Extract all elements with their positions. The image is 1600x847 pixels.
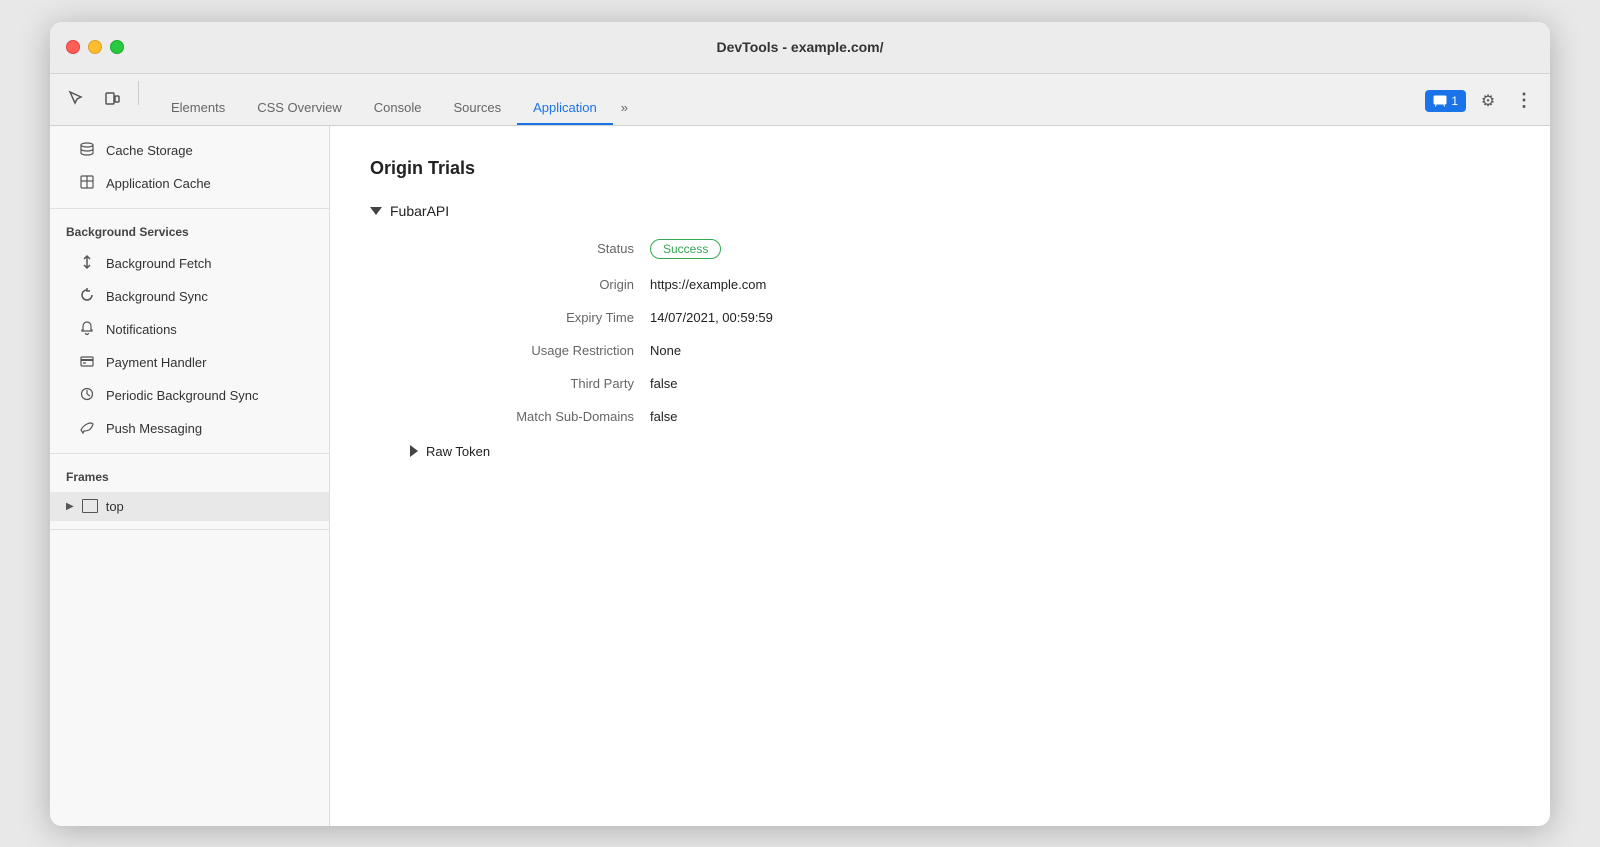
feedback-badge-button[interactable]: 1 bbox=[1425, 90, 1466, 112]
device-icon[interactable] bbox=[98, 84, 126, 112]
title-bar: DevTools - example.com/ bbox=[50, 22, 1550, 74]
more-options-button[interactable]: ⋮ bbox=[1510, 87, 1538, 115]
periodic-background-sync-icon bbox=[78, 386, 96, 405]
sidebar: Cache Storage Application Cache Backgrou bbox=[50, 126, 330, 826]
close-button[interactable] bbox=[66, 40, 80, 54]
cache-storage-icon bbox=[78, 141, 96, 160]
tab-css-overview[interactable]: CSS Overview bbox=[241, 92, 358, 125]
sidebar-item-periodic-background-sync[interactable]: Periodic Background Sync bbox=[50, 379, 329, 412]
background-fetch-label: Background Fetch bbox=[106, 256, 212, 271]
frame-icon bbox=[82, 499, 98, 513]
tab-bar-right: 1 ⚙ ⋮ bbox=[1425, 87, 1538, 125]
tab-sources[interactable]: Sources bbox=[437, 92, 517, 125]
detail-grid: Status Success Origin https://example.co… bbox=[410, 239, 1510, 424]
frames-header: Frames bbox=[50, 462, 329, 492]
sidebar-item-payment-handler[interactable]: Payment Handler bbox=[50, 346, 329, 379]
periodic-background-sync-label: Periodic Background Sync bbox=[106, 388, 258, 403]
raw-token-header[interactable]: Raw Token bbox=[410, 444, 1510, 459]
badge-count: 1 bbox=[1451, 94, 1458, 108]
origin-value: https://example.com bbox=[650, 277, 1510, 292]
expand-raw-token-icon bbox=[410, 445, 418, 457]
sidebar-item-push-messaging[interactable]: Push Messaging bbox=[50, 412, 329, 445]
sidebar-frames-section: Frames ▶ top bbox=[50, 454, 329, 530]
payment-handler-icon bbox=[78, 353, 96, 372]
sidebar-item-notifications[interactable]: Notifications bbox=[50, 313, 329, 346]
devtools-window: DevTools - example.com/ Elements CSS Ove… bbox=[50, 22, 1550, 826]
raw-token-section: Raw Token bbox=[410, 444, 1510, 459]
tab-elements[interactable]: Elements bbox=[155, 92, 241, 125]
background-services-header: Background Services bbox=[50, 217, 329, 247]
raw-token-label: Raw Token bbox=[426, 444, 490, 459]
payment-handler-label: Payment Handler bbox=[106, 355, 206, 370]
sidebar-item-cache-storage[interactable]: Cache Storage bbox=[50, 134, 329, 167]
status-label: Status bbox=[410, 239, 650, 259]
frame-top-label: top bbox=[106, 499, 124, 514]
notifications-icon bbox=[78, 320, 96, 339]
traffic-lights bbox=[66, 40, 124, 54]
sidebar-item-background-sync[interactable]: Background Sync bbox=[50, 280, 329, 313]
sidebar-storage-section: Cache Storage Application Cache bbox=[50, 126, 329, 209]
tab-bar: Elements CSS Overview Console Sources Ap… bbox=[50, 74, 1550, 126]
toolbar-divider bbox=[138, 81, 139, 105]
toolbar-icons bbox=[62, 81, 143, 125]
maximize-button[interactable] bbox=[110, 40, 124, 54]
inspect-icon[interactable] bbox=[62, 84, 90, 112]
sidebar-item-background-fetch[interactable]: Background Fetch bbox=[50, 247, 329, 280]
notifications-label: Notifications bbox=[106, 322, 177, 337]
more-tabs-button[interactable]: » bbox=[613, 92, 636, 125]
third-party-label: Third Party bbox=[410, 376, 650, 391]
tab-application[interactable]: Application bbox=[517, 92, 613, 125]
background-fetch-icon bbox=[78, 254, 96, 273]
api-header[interactable]: FubarAPI bbox=[370, 203, 1510, 219]
tab-console[interactable]: Console bbox=[358, 92, 438, 125]
expiry-time-label: Expiry Time bbox=[410, 310, 650, 325]
match-sub-domains-label: Match Sub-Domains bbox=[410, 409, 650, 424]
usage-restriction-value: None bbox=[650, 343, 1510, 358]
third-party-value: false bbox=[650, 376, 1510, 391]
push-messaging-icon bbox=[78, 419, 96, 438]
origin-label: Origin bbox=[410, 277, 650, 292]
sidebar-background-services-section: Background Services Background Fetch bbox=[50, 209, 329, 454]
collapse-triangle-icon bbox=[370, 207, 382, 215]
window-title: DevTools - example.com/ bbox=[716, 39, 883, 55]
page-title: Origin Trials bbox=[370, 158, 1510, 179]
background-sync-icon bbox=[78, 287, 96, 306]
application-cache-label: Application Cache bbox=[106, 176, 211, 191]
application-cache-icon bbox=[78, 174, 96, 193]
expiry-time-value: 14/07/2021, 00:59:59 bbox=[650, 310, 1510, 325]
content-area: Origin Trials FubarAPI Status Success Or… bbox=[330, 126, 1550, 826]
settings-button[interactable]: ⚙ bbox=[1474, 87, 1502, 115]
status-value: Success bbox=[650, 239, 1510, 259]
api-name: FubarAPI bbox=[390, 203, 449, 219]
push-messaging-label: Push Messaging bbox=[106, 421, 202, 436]
background-sync-label: Background Sync bbox=[106, 289, 208, 304]
match-sub-domains-value: false bbox=[650, 409, 1510, 424]
usage-restriction-label: Usage Restriction bbox=[410, 343, 650, 358]
api-section: FubarAPI Status Success Origin https://e… bbox=[370, 203, 1510, 459]
frame-expand-arrow[interactable]: ▶ bbox=[66, 501, 74, 512]
status-badge: Success bbox=[650, 239, 721, 259]
sidebar-item-top-frame[interactable]: ▶ top bbox=[50, 492, 329, 521]
minimize-button[interactable] bbox=[88, 40, 102, 54]
main-layout: Cache Storage Application Cache Backgrou bbox=[50, 126, 1550, 826]
cache-storage-label: Cache Storage bbox=[106, 143, 193, 158]
sidebar-item-application-cache[interactable]: Application Cache bbox=[50, 167, 329, 200]
